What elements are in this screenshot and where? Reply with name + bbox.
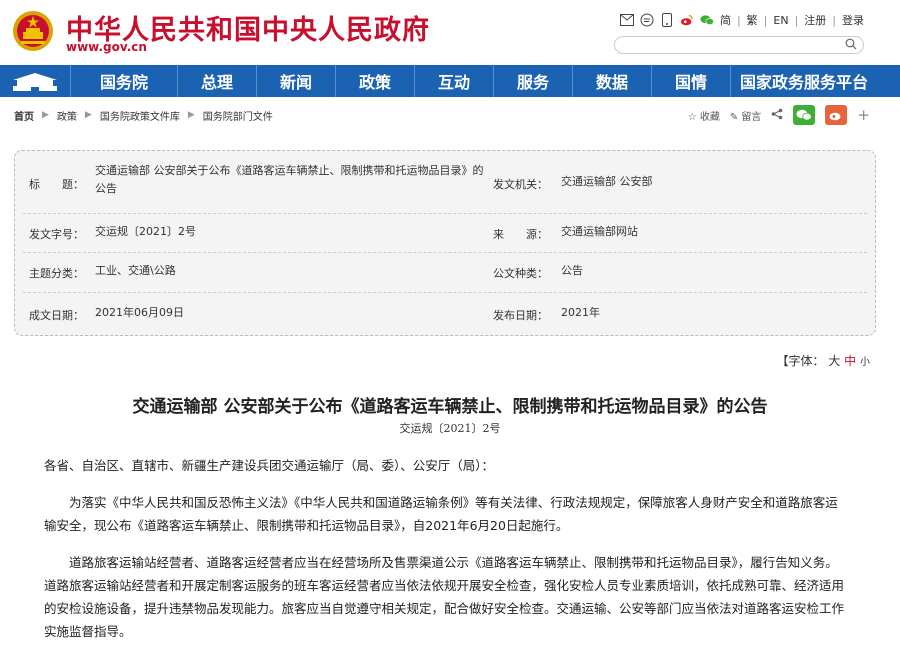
breadcrumb: 首页 ▶ 政策 ▶ 国务院政策文件库 ▶ 国务院部门文件 ☆ 收藏 ✎ 留言 + [0,102,900,128]
document-paragraph-2: 道路旅客运输站经营者、道路客运经营者应当在经营场所及售票渠道公示《道路客运车辆禁… [44,555,845,639]
meta-topic-label: 主题分类： [29,267,84,280]
nav-home[interactable] [0,65,71,97]
document-paragraph-1: 为落实《中华人民共和国反恐怖主义法》《中华人民共和国道路运输条例》等有关法律、行… [44,495,838,533]
weibo-icon [829,112,841,121]
nav-item-premier[interactable]: 总理 [178,65,257,97]
register-link[interactable]: 注册 [804,12,826,28]
meta-issuer-label: 发文机关： [493,178,548,191]
nav-item-news[interactable]: 新闻 [257,65,336,97]
breadcrumb-home[interactable]: 首页 [14,108,34,123]
nav-item-gov-service-platform[interactable]: 国家政务服务平台 [731,65,877,97]
search-box [614,36,864,58]
share-icon[interactable] [771,108,783,123]
document-metadata-panel: 标 题： 交通运输部 公安部关于公布《道路客运车辆禁止、限制携带和托运物品目录》… [14,150,876,336]
meta-pubdate-label: 发布日期： [493,309,548,322]
pencil-icon: ✎ [729,111,739,123]
lang-english[interactable]: EN [773,14,788,27]
nav-item-national-info[interactable]: 国情 [652,65,731,97]
message-icon[interactable] [640,13,654,27]
chevron-right-icon: ▶ [187,110,195,120]
weibo-icon[interactable] [680,13,694,27]
star-icon: ☆ [687,111,697,123]
breadcrumb-policy[interactable]: 政策 [57,108,77,123]
font-size-large[interactable]: 大 [828,354,840,368]
meta-source-value: 交通运输部网站 [561,225,638,238]
tiananmen-icon [13,73,57,91]
meta-pubdate-value: 2021年 [561,306,600,319]
mail-icon[interactable] [619,13,634,27]
site-header: 中华人民共和国中央人民政府 www.gov.cn 简 | 繁 | EN | 注册… [0,0,900,64]
breadcrumb-policy-library[interactable]: 国务院政策文件库 [100,108,180,123]
meta-docno-value: 交运规〔2021〕2号 [95,225,196,238]
lang-simplified[interactable]: 简 [720,12,731,28]
meta-date-label: 成文日期： [29,309,84,322]
meta-issuer-value: 交通运输部 公安部 [561,175,653,188]
meta-type-value: 公告 [561,264,583,277]
meta-type-label: 公文种类： [493,267,548,280]
divider [23,292,867,293]
meta-date-value: 2021年06月09日 [95,306,184,319]
wechat-share-button[interactable] [793,105,816,125]
national-emblem-icon[interactable] [12,10,54,52]
login-link[interactable]: 登录 [842,12,864,28]
divider [23,213,867,214]
separator: | [736,13,741,27]
mobile-icon[interactable] [660,13,674,27]
favorite-button[interactable]: ☆ 收藏 [688,108,720,123]
meta-source-label: 来 源： [493,228,548,241]
main-nav: 国务院 总理 新闻 政策 互动 服务 数据 国情 国家政务服务平台 [0,65,900,97]
separator: | [832,13,836,27]
chevron-right-icon: ▶ [84,110,92,120]
document-title: 交通运输部 公安部关于公布《道路客运车辆禁止、限制携带和托运物品目录》的公告 [132,397,768,417]
font-size-small[interactable]: 小 [860,357,870,368]
comment-button[interactable]: ✎ 留言 [730,108,762,123]
wechat-icon[interactable] [700,13,714,27]
comment-label: 留言 [741,111,762,123]
breadcrumb-department-files[interactable]: 国务院部门文件 [203,108,273,123]
chevron-right-icon: ▶ [42,110,49,120]
wechat-icon [796,109,813,121]
lang-traditional[interactable]: 繁 [747,12,758,28]
search-input[interactable] [623,41,847,58]
nav-item-policy[interactable]: 政策 [336,65,415,97]
font-size-switcher: 【字体： 大 中 小 [776,352,870,369]
search-icon[interactable] [845,38,857,50]
nav-item-state-council[interactable]: 国务院 [71,65,178,97]
weibo-share-button[interactable] [825,105,848,125]
more-share-button[interactable]: + [857,106,870,124]
font-size-medium[interactable]: 中 [844,354,856,368]
separator: | [794,13,799,27]
nav-item-data[interactable]: 数据 [573,65,652,97]
article-tools: ☆ 收藏 ✎ 留言 + [688,102,870,128]
site-domain: www.gov.cn [66,40,147,54]
meta-title-label: 标 题： [29,178,84,191]
nav-item-interaction[interactable]: 互动 [415,65,494,97]
separator: | [763,13,768,27]
font-size-prefix: 【字体： [776,354,825,368]
divider [23,252,867,253]
meta-topic-value: 工业、交通\公路 [95,264,176,277]
header-toolbar: 简 | 繁 | EN | 注册 | 登录 [619,12,864,28]
favorite-label: 收藏 [699,111,720,123]
document-number: 交运规〔2021〕2号 [399,422,501,435]
nav-item-service[interactable]: 服务 [494,65,573,97]
meta-docno-label: 发文字号： [29,228,84,241]
document-salutation: 各省、自治区、直辖市、新疆生产建设兵团交通运输厅（局、委）、公安厅（局）： [44,458,495,473]
meta-title-value: 交通运输部 公安部关于公布《道路客运车辆禁止、限制携带和托运物品目录》的公告 [95,164,484,195]
